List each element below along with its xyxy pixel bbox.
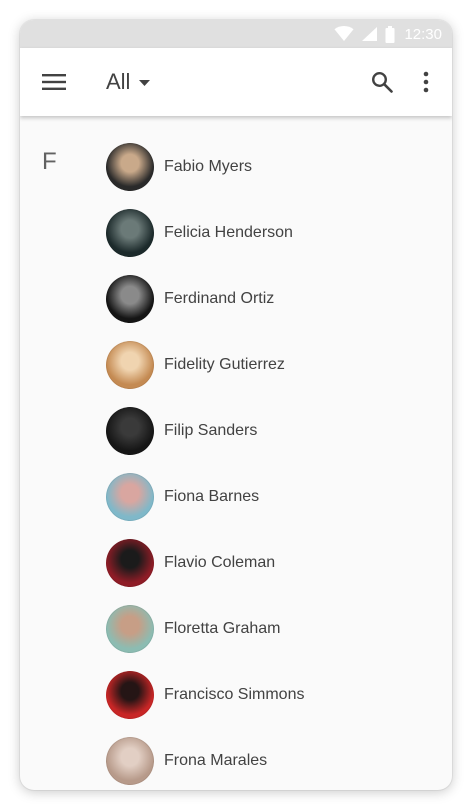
contact-name: Felicia Henderson: [164, 224, 293, 241]
contact-name: Filip Sanders: [164, 422, 258, 439]
contact-list-item[interactable]: Ferdinand Ortiz: [106, 266, 452, 332]
contact-list-container: F Fabio Myers Felicia Henderson Ferdinand …: [20, 116, 452, 790]
contact-avatar: [106, 671, 154, 719]
contact-avatar: [106, 737, 154, 785]
contact-name: Francisco Simmons: [164, 686, 305, 703]
contact-list-item[interactable]: Floretta Graham: [106, 596, 452, 662]
cellular-signal-icon: [362, 27, 378, 41]
contact-avatar: [106, 605, 154, 653]
app-bar: All: [20, 48, 452, 116]
contact-name: Fiona Barnes: [164, 488, 260, 505]
section-letter: F: [42, 148, 57, 175]
search-button[interactable]: [360, 48, 404, 116]
contact-list-item[interactable]: Fabio Myers: [106, 134, 452, 200]
phone-screen: 12:30 All F Fabio Myers Felicia Henderso…: [20, 20, 452, 790]
menu-button[interactable]: [20, 48, 88, 116]
contact-avatar: [106, 539, 154, 587]
contact-avatar: [106, 275, 154, 323]
wifi-icon: [334, 26, 354, 41]
contact-list-item[interactable]: Flavio Coleman: [106, 530, 452, 596]
contact-avatar: [106, 473, 154, 521]
battery-icon: [385, 25, 395, 43]
contact-avatar: [106, 341, 154, 389]
more-vert-icon: [423, 71, 429, 93]
contact-name: Floretta Graham: [164, 620, 281, 637]
contact-list-item[interactable]: Fiona Barnes: [106, 464, 452, 530]
contact-list-item[interactable]: Frona Marales: [106, 728, 452, 790]
search-icon: [371, 71, 393, 93]
contact-list-item[interactable]: Francisco Simmons: [106, 662, 452, 728]
contact-name: Ferdinand Ortiz: [164, 290, 275, 307]
menu-icon: [42, 74, 66, 90]
filter-label: All: [106, 69, 131, 94]
contact-name: Fidelity Gutierrez: [164, 356, 285, 373]
contact-name: Fabio Myers: [164, 158, 253, 175]
status-time: 12:30: [404, 25, 442, 43]
contact-name: Flavio Coleman: [164, 554, 276, 571]
status-bar: 12:30: [20, 20, 452, 48]
contact-list: Fabio Myers Felicia Henderson Ferdinand Or…: [106, 134, 452, 790]
contact-list-item[interactable]: Fidelity Gutierrez: [106, 332, 452, 398]
contact-avatar: [106, 209, 154, 257]
contact-name: Frona Marales: [164, 752, 268, 769]
contact-avatar: [106, 143, 154, 191]
caret-down-icon: [139, 80, 151, 86]
filter-dropdown[interactable]: All: [106, 69, 151, 95]
contact-list-item[interactable]: Felicia Henderson: [106, 200, 452, 266]
contact-avatar: [106, 407, 154, 455]
contact-list-item[interactable]: Filip Sanders: [106, 398, 452, 464]
more-options-button[interactable]: [404, 48, 448, 116]
